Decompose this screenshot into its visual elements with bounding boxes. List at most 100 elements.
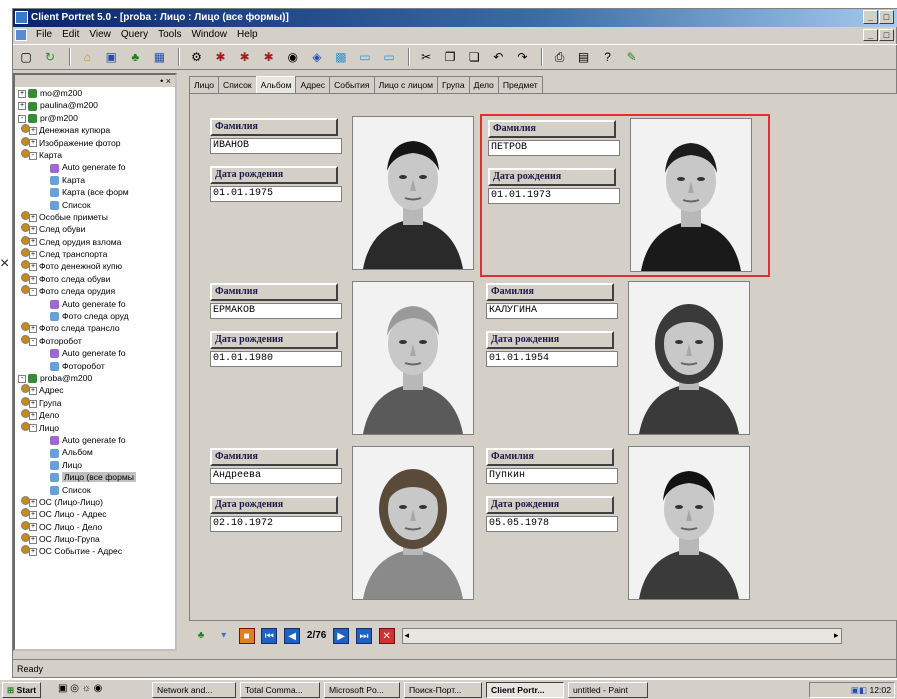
tools-icon[interactable]: ✎ [623,48,641,66]
dob-field[interactable]: 05.05.1978 [486,516,618,532]
dob-field[interactable]: 01.01.1954 [486,351,618,367]
tree-node[interactable]: + След обуви [15,223,175,235]
tree-node[interactable]: - Фото следа орудия [15,285,175,297]
tree-node[interactable]: Фоторобот [15,360,175,372]
next-record-button[interactable]: ▶ [333,628,350,644]
expand-icon[interactable]: + [29,275,37,284]
maximize-button[interactable]: □ [879,10,894,24]
taskbar-item[interactable]: Microsoft Po... [324,682,400,698]
tree-node[interactable]: Список [15,484,175,496]
expand-icon[interactable]: + [29,548,37,557]
expand-icon[interactable]: + [29,411,37,420]
surname-field[interactable]: ПЕТРОВ [488,140,620,156]
menu-view[interactable]: View [84,27,116,43]
tree-node[interactable]: - Карта [15,148,175,161]
prev-record-button[interactable]: ◀ [284,628,301,644]
navigator-tree-icon[interactable]: ♣ [193,628,209,644]
grid-icon[interactable]: ▦ [150,48,168,66]
expand-icon[interactable]: + [18,89,26,98]
record-icon[interactable]: ◉ [284,48,302,66]
dob-field[interactable]: 02.10.1972 [210,516,342,532]
navigator-filter-icon[interactable]: ▾ [216,628,232,644]
tree-node[interactable]: + Дело [15,409,175,421]
expand-icon[interactable]: + [29,126,37,135]
query-icon[interactable]: ◈ [308,48,326,66]
collapse-icon[interactable]: - [29,151,37,160]
photo[interactable] [628,446,750,600]
person-card[interactable]: Фамилия ИВАНОВ Дата рождения 01.01.1975 [204,114,494,277]
surname-field[interactable]: Андреева [210,468,342,484]
navigator-stop-icon[interactable]: ■ [238,628,255,644]
first-record-button[interactable]: ⏮ [261,628,278,644]
menu-tools[interactable]: Tools [153,27,186,43]
horizontal-scrollbar[interactable]: ◂ ▸ [401,628,842,644]
tab-1[interactable]: Список [218,76,257,93]
last-record-button[interactable]: ⏭ [355,628,372,644]
person-card[interactable]: Фамилия КАЛУГИНА Дата рождения 01.01.1954 [480,279,770,442]
tree-node[interactable]: + ОС Событие - Адрес [15,545,175,557]
tree-node[interactable]: Список [15,199,175,211]
tree-node[interactable]: + Фото денежной купю [15,260,175,272]
tree-node[interactable]: Auto generate fo [15,434,175,446]
expand-icon[interactable]: + [29,263,37,272]
collapse-icon[interactable]: - [29,337,37,346]
mdi-minimize-button[interactable]: _ [863,29,878,41]
tab-5[interactable]: Лицо с лицом [373,76,439,93]
expand-icon[interactable]: + [29,387,37,396]
tree-node[interactable]: + ОС Лицо - Адрес [15,508,175,520]
tree-node[interactable]: + Фото следа трансло [15,322,175,334]
tray-icons[interactable]: ▣◧ [851,685,870,695]
taskbar-item[interactable]: Total Comma... [240,682,320,698]
splitter[interactable] [179,73,185,651]
tab-6[interactable]: Група [437,76,470,93]
minimize-button[interactable]: _ [863,10,878,24]
photo[interactable] [630,118,752,272]
person-card[interactable]: Фамилия ЕРМАКОВ Дата рождения 01.01.1980 [204,279,494,442]
tree-node[interactable]: + След транспорта [15,248,175,260]
expand-icon[interactable]: + [18,102,26,111]
tree-node[interactable]: Auto generate fo [15,298,175,310]
tree-node[interactable]: + Денежная купюра [15,124,175,136]
surname-field[interactable]: ЕРМАКОВ [210,303,342,319]
collapse-icon[interactable]: - [29,287,37,296]
expand-icon[interactable]: + [29,139,37,148]
mdi-restore-button[interactable]: □ [879,29,894,41]
menu-query[interactable]: Query [116,27,153,43]
tree-node[interactable]: Фото следа оруд [15,310,175,322]
expand-icon[interactable]: + [29,238,37,247]
preview-icon[interactable]: ▤ [575,48,593,66]
photo[interactable] [352,116,474,270]
undo-icon[interactable]: ↶ [489,48,507,66]
tab-3[interactable]: Адрес [295,76,331,93]
new-icon[interactable]: ▢ [17,48,35,66]
copy-icon[interactable]: ❐ [441,48,459,66]
dob-field[interactable]: 01.01.1973 [488,188,620,204]
collapse-icon[interactable]: - [29,424,37,433]
scroll-left-icon[interactable]: ◂ [405,630,410,641]
dob-field[interactable]: 01.01.1980 [210,351,342,367]
expand-icon[interactable]: + [29,498,37,507]
menu-file[interactable]: File [31,27,57,43]
save-icon[interactable]: ▣ [102,48,120,66]
tree-node[interactable]: Auto generate fo [15,347,175,359]
surname-field[interactable]: Пупкин [486,468,618,484]
tab-8[interactable]: Предмет [497,76,543,93]
tree-node[interactable]: - proba@m200 [15,372,175,384]
paste-icon[interactable]: ❏ [465,48,483,66]
tree-node[interactable]: + mo@m200 [15,87,175,99]
taskbar-item[interactable]: Network and... [152,682,236,698]
expand-icon[interactable]: + [29,226,37,235]
help-icon[interactable]: ? [599,48,617,66]
tree-node[interactable]: + ОС Лицо - Дело [15,520,175,533]
surname-field[interactable]: КАЛУГИНА [486,303,618,319]
dob-field[interactable]: 01.01.1975 [210,186,342,202]
photo[interactable] [352,281,474,435]
tree-node[interactable]: + Изображение фотор [15,136,175,149]
scroll-right-icon[interactable]: ▸ [834,630,839,641]
window2-icon[interactable]: ▭ [380,48,398,66]
tree-node[interactable]: - Лицо [15,421,175,434]
taskbar-item[interactable]: Client Portr... [486,682,564,698]
menu-window[interactable]: Window [186,27,232,43]
surname-field[interactable]: ИВАНОВ [210,138,342,154]
menu-edit[interactable]: Edit [57,27,84,43]
